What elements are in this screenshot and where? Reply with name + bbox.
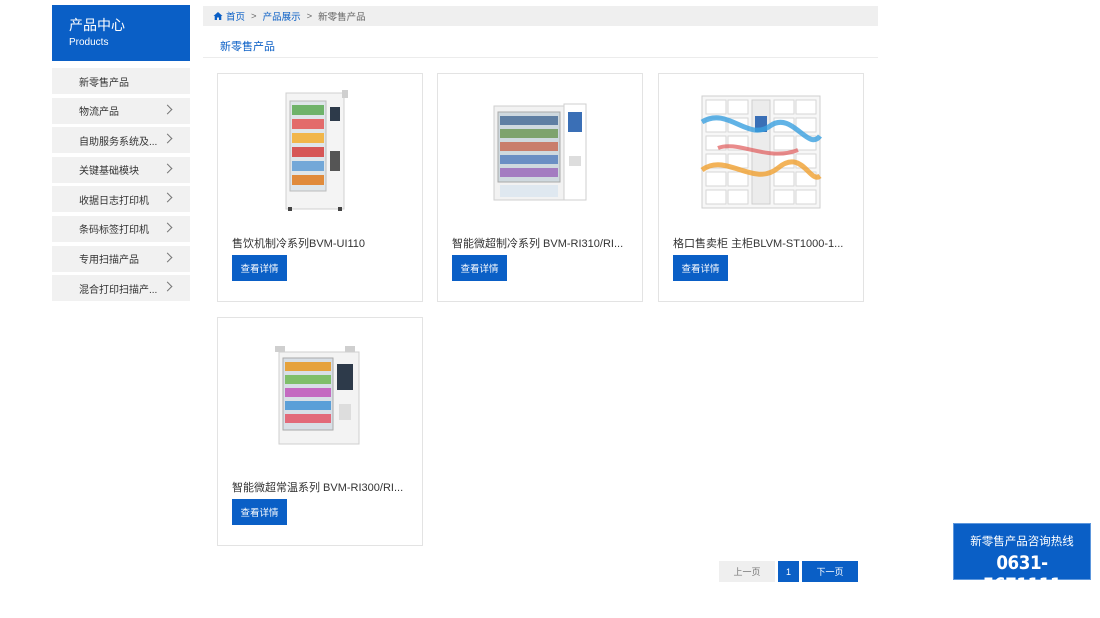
sidebar-menu: 新零售产品 物流产品 自助服务系统及... 关键基础模块 收据日志打印机 条码标…	[52, 68, 190, 302]
sidebar-item-logistics[interactable]: 物流产品	[52, 97, 190, 124]
hotline-box: 新零售产品咨询热线 0631-5671111	[953, 523, 1091, 596]
hotline-number: 0631-5671111	[982, 552, 1062, 596]
product-card[interactable]: 格口售卖柜 主柜BLVM-ST1000-1... 查看详情	[658, 73, 864, 302]
product-title[interactable]: 格口售卖柜 主柜BLVM-ST1000-1...	[673, 235, 853, 251]
product-card[interactable]: 智能微超常温系列 BVM-RI300/RI... 查看详情	[217, 317, 423, 546]
breadcrumb-separator: >	[251, 10, 257, 22]
sidebar-subtitle: Products	[69, 37, 109, 48]
sidebar-item-label: 混合打印扫描产...	[79, 284, 158, 296]
sidebar-item-key-modules[interactable]: 关键基础模块	[52, 156, 190, 183]
sidebar-title: 产品中心	[69, 17, 125, 33]
product-card[interactable]: 售饮机制冷系列BVM-UI110 查看详情	[217, 73, 423, 302]
view-details-button[interactable]: 查看详情	[452, 255, 507, 281]
pagination-page-1[interactable]: 1	[778, 561, 799, 582]
chevron-right-icon	[162, 133, 173, 144]
sidebar-item-new-retail[interactable]: 新零售产品	[52, 68, 190, 94]
product-title[interactable]: 智能微超制冷系列 BVM-RI310/RI...	[452, 235, 632, 251]
breadcrumb-home-link[interactable]: 首页	[226, 9, 245, 23]
view-details-button[interactable]: 查看详情	[232, 499, 287, 525]
sidebar-item-label: 条码标签打印机	[79, 225, 149, 237]
pagination-next-button[interactable]: 下一页	[802, 561, 858, 582]
chevron-right-icon	[162, 163, 173, 174]
chevron-right-icon	[162, 222, 173, 233]
vending-machine-image[interactable]	[218, 82, 422, 222]
product-title[interactable]: 智能微超常温系列 BVM-RI300/RI...	[232, 479, 412, 495]
view-details-button[interactable]: 查看详情	[673, 255, 728, 281]
chevron-right-icon	[162, 192, 173, 203]
sidebar-item-receipt-printers[interactable]: 收据日志打印机	[52, 186, 190, 213]
pagination-prev-button[interactable]: 上一页	[719, 561, 775, 582]
section-divider	[203, 57, 878, 58]
breadcrumb-separator: >	[306, 10, 313, 22]
sidebar-item-label-printers[interactable]: 条码标签打印机	[52, 215, 190, 242]
hotline-label: 新零售产品咨询热线	[970, 536, 1074, 548]
micro-store-ambient-image[interactable]	[218, 326, 422, 466]
home-icon	[213, 12, 223, 20]
sidebar-header: 产品中心 Products	[52, 5, 190, 61]
sidebar-item-self-service[interactable]: 自助服务系统及...	[52, 127, 190, 154]
sidebar-item-label: 自助服务系统及...	[79, 136, 158, 148]
chevron-right-icon	[162, 281, 173, 292]
breadcrumb-current: 新零售产品	[318, 12, 366, 23]
breadcrumb: 首页 > 产品展示 > 新零售产品	[203, 6, 878, 26]
breadcrumb-products-link[interactable]: 产品展示	[263, 9, 301, 23]
chevron-right-icon	[162, 252, 173, 263]
sidebar: 产品中心 Products 新零售产品 物流产品 自助服务系统及... 关键基础…	[52, 5, 190, 305]
locker-cabinet-image[interactable]	[659, 82, 863, 222]
sidebar-item-label: 物流产品	[79, 107, 119, 119]
sidebar-item-scanners[interactable]: 专用扫描产品	[52, 245, 190, 272]
sidebar-item-label: 专用扫描产品	[79, 255, 139, 267]
micro-store-refrigerated-image[interactable]	[438, 82, 642, 222]
product-title[interactable]: 售饮机制冷系列BVM-UI110	[232, 235, 412, 251]
product-card[interactable]: 智能微超制冷系列 BVM-RI310/RI... 查看详情	[437, 73, 643, 302]
view-details-button[interactable]: 查看详情	[232, 255, 287, 281]
chevron-right-icon	[162, 104, 173, 115]
section-title: 新零售产品	[220, 41, 275, 53]
sidebar-item-hybrid[interactable]: 混合打印扫描产...	[52, 275, 190, 302]
sidebar-item-label: 新零售产品	[79, 77, 129, 89]
sidebar-item-label: 收据日志打印机	[79, 195, 149, 207]
sidebar-item-label: 关键基础模块	[79, 166, 139, 178]
